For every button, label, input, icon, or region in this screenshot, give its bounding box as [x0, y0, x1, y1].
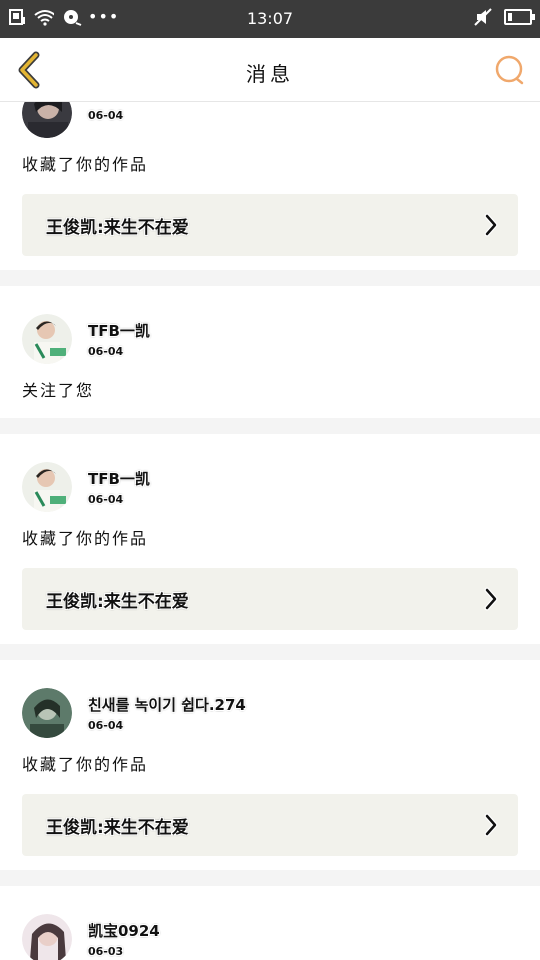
message-date: 06-04: [88, 345, 124, 358]
battery-icon: [504, 9, 535, 25]
battery-level: [508, 13, 512, 21]
user-name[interactable]: TFB一凯: [88, 468, 150, 489]
message-date: 06-04: [88, 493, 124, 506]
chevron-right-icon: [484, 587, 498, 611]
status-time: 13:07: [246, 9, 294, 28]
status-right-icons: [474, 8, 535, 26]
avatar[interactable]: [22, 914, 72, 960]
user-name[interactable]: 凯宝0924: [88, 920, 160, 941]
avatar[interactable]: [22, 314, 72, 364]
message-card: 친새를 녹이기 쉽다.274 06-04 收藏了你的作品 王俊凯:来生不在爱: [0, 660, 540, 870]
message-card: 凯宝0924 06-03: [0, 886, 540, 960]
status-bar: ••• 13:07: [0, 0, 540, 38]
action-text: 收藏了你的作品: [22, 755, 149, 774]
work-title: 王俊凯:来生不在爱: [46, 591, 189, 612]
message-date: 06-04: [88, 719, 124, 732]
action-text: 收藏了你的作品: [22, 155, 149, 174]
mute-icon: [474, 8, 492, 26]
message-date: 06-04: [88, 108, 124, 122]
avatar[interactable]: [22, 462, 72, 512]
work-title: 王俊凯:来生不在爱: [46, 817, 189, 838]
work-title: 王俊凯:来生不在爱: [46, 217, 189, 238]
app-header: 消息: [0, 38, 540, 102]
page-title: 消息: [246, 62, 294, 86]
work-link[interactable]: 王俊凯:来生不在爱: [22, 568, 518, 630]
work-link[interactable]: 王俊凯:来生不在爱: [22, 794, 518, 856]
message-list[interactable]: 06-04 收藏了你的作品 王俊凯:来生不在爱 TFB一凯 06-04 关注了您…: [0, 102, 540, 960]
search-icon[interactable]: [492, 52, 528, 88]
chevron-right-icon: [484, 813, 498, 837]
action-text: 收藏了你的作品: [22, 529, 149, 548]
work-link[interactable]: 王俊凯:来生不在爱: [22, 194, 518, 256]
user-name[interactable]: 친새를 녹이기 쉽다.274: [88, 694, 246, 715]
message-card: 06-04 收藏了你的作品 王俊凯:来生不在爱: [0, 102, 540, 270]
action-text: 关注了您: [22, 381, 95, 400]
avatar[interactable]: [22, 688, 72, 738]
user-name[interactable]: TFB一凯: [88, 320, 150, 341]
message-card: TFB一凯 06-04 收藏了你的作品 王俊凯:来生不在爱: [0, 434, 540, 644]
avatar[interactable]: [22, 102, 72, 138]
message-date: 06-03: [88, 945, 124, 958]
chevron-right-icon: [484, 213, 498, 237]
message-card: TFB一凯 06-04 关注了您: [0, 286, 540, 418]
